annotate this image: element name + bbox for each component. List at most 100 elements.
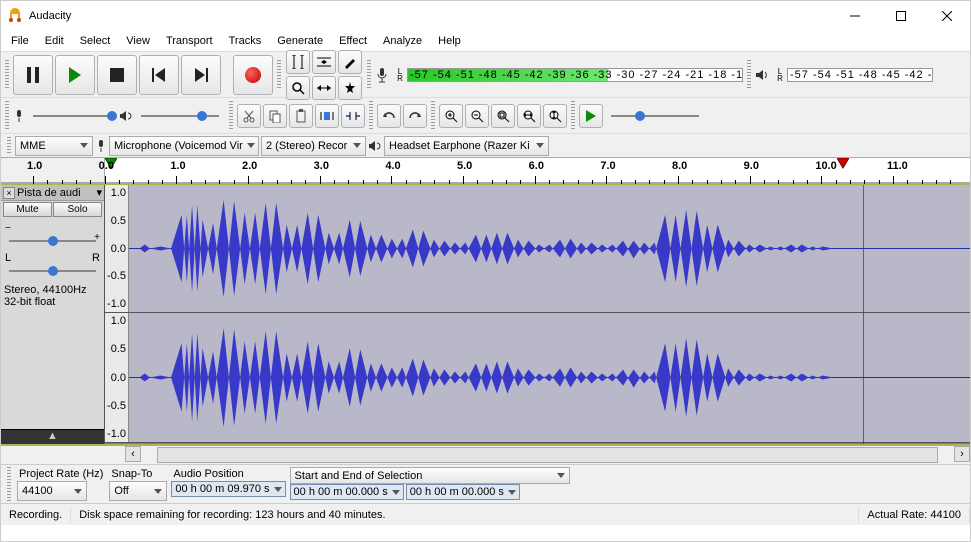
grip-icon[interactable] bbox=[5, 101, 9, 131]
copy-button[interactable] bbox=[263, 104, 287, 128]
menu-file[interactable]: File bbox=[3, 33, 37, 49]
mic-icon bbox=[13, 109, 25, 123]
titlebar: Audacity bbox=[1, 1, 970, 31]
grip-icon[interactable] bbox=[571, 101, 575, 131]
skip-end-button[interactable] bbox=[181, 55, 221, 95]
mute-button[interactable]: Mute bbox=[3, 202, 52, 217]
waveform-right-channel[interactable]: 1.0 0.5 0.0 -0.5 -1.0 bbox=[105, 313, 970, 443]
recording-volume-slider[interactable] bbox=[27, 109, 117, 123]
menu-effect[interactable]: Effect bbox=[331, 33, 375, 49]
track-name[interactable]: Pista de audi bbox=[17, 187, 94, 199]
track-control-panel: × Pista de audi ▾ Mute Solo −+ L R Stereo… bbox=[1, 185, 105, 444]
close-button[interactable] bbox=[924, 1, 970, 31]
pan-right-label: R bbox=[92, 252, 100, 264]
pan-left-label: L bbox=[5, 252, 11, 264]
pan-slider[interactable] bbox=[1, 264, 104, 282]
minimize-button[interactable] bbox=[832, 1, 878, 31]
snap-to-combo[interactable]: Off bbox=[109, 481, 167, 501]
menu-view[interactable]: View bbox=[118, 33, 158, 49]
menu-analyze[interactable]: Analyze bbox=[375, 33, 430, 49]
redo-button[interactable] bbox=[403, 104, 427, 128]
tools-palette bbox=[285, 49, 363, 101]
scroll-left-button[interactable]: ‹ bbox=[125, 446, 141, 462]
menu-generate[interactable]: Generate bbox=[269, 33, 331, 49]
grip-icon[interactable] bbox=[431, 101, 435, 131]
draw-tool[interactable] bbox=[338, 50, 362, 74]
pause-button[interactable] bbox=[13, 55, 53, 95]
menu-select[interactable]: Select bbox=[72, 33, 119, 49]
playback-device-combo[interactable]: Headset Earphone (Razer Ki bbox=[384, 136, 549, 156]
silence-button[interactable] bbox=[341, 104, 365, 128]
meter-ticks: -57 -54 -51 -48 -45 -42 -39 -36 -33 -30 … bbox=[410, 69, 743, 81]
grip-icon[interactable] bbox=[7, 467, 11, 501]
grip-icon[interactable] bbox=[229, 101, 233, 131]
menu-transport[interactable]: Transport bbox=[158, 33, 221, 49]
horizontal-scrollbar[interactable]: ‹ › bbox=[1, 446, 970, 464]
recording-meter[interactable]: LR-57 -54 -51 -48 -45 -42 -39 -36 -33 -3… bbox=[393, 68, 743, 82]
grip-icon[interactable] bbox=[7, 137, 11, 155]
status-bar: Recording. Disk space remaining for reco… bbox=[1, 503, 970, 525]
project-rate-combo[interactable]: 44100 bbox=[17, 481, 87, 501]
menubar: File Edit Select View Transport Tracks G… bbox=[1, 31, 970, 51]
amplitude-scale: 1.0 0.5 0.0 -0.5 -1.0 bbox=[105, 185, 129, 312]
maximize-button[interactable] bbox=[878, 1, 924, 31]
grip-icon[interactable] bbox=[5, 60, 9, 90]
undo-button[interactable] bbox=[377, 104, 401, 128]
playback-speed-slider[interactable] bbox=[605, 109, 705, 123]
zoom-tool[interactable] bbox=[286, 76, 310, 100]
playback-volume-slider[interactable] bbox=[135, 109, 225, 123]
status-state: Recording. bbox=[1, 507, 71, 523]
zoom-out-button[interactable] bbox=[465, 104, 489, 128]
track-menu-caret[interactable]: ▾ bbox=[96, 186, 102, 199]
speaker-icon bbox=[755, 68, 769, 82]
waveform-area[interactable]: 1.0 0.5 0.0 -0.5 -1.0 1.0 0.5 0.0 -0.5 -… bbox=[105, 185, 970, 444]
audio-host-combo[interactable]: MME bbox=[15, 136, 93, 156]
multi-tool[interactable] bbox=[338, 76, 362, 100]
grip-icon[interactable] bbox=[369, 101, 373, 131]
zoom-toggle-button[interactable] bbox=[543, 104, 567, 128]
play-at-speed-button[interactable] bbox=[579, 104, 603, 128]
grip-icon[interactable] bbox=[277, 60, 281, 90]
grip-icon[interactable] bbox=[367, 60, 371, 90]
selection-end-field[interactable]: 00 h 00 m 00.000 s bbox=[406, 484, 520, 500]
stop-button[interactable] bbox=[97, 55, 137, 95]
solo-button[interactable]: Solo bbox=[53, 202, 102, 217]
device-toolbar: MME Microphone (Voicemod Vir 2 (Stereo) … bbox=[1, 133, 970, 157]
mic-icon bbox=[375, 67, 389, 83]
menu-edit[interactable]: Edit bbox=[37, 33, 72, 49]
playback-meter[interactable]: LR-57 -54 -51 -48 -45 -42 -39 -36 -33 -3… bbox=[773, 68, 933, 82]
waveform-left-channel[interactable]: 1.0 0.5 0.0 -0.5 -1.0 bbox=[105, 185, 970, 313]
scroll-right-button[interactable]: › bbox=[954, 446, 970, 462]
project-rate-label: Project Rate (Hz) bbox=[17, 467, 105, 481]
zoom-in-button[interactable] bbox=[439, 104, 463, 128]
track-collapse-button[interactable]: ▲ bbox=[1, 429, 104, 444]
play-button[interactable] bbox=[55, 55, 95, 95]
cut-button[interactable] bbox=[237, 104, 261, 128]
envelope-tool[interactable] bbox=[312, 50, 336, 74]
selection-mode-combo[interactable]: Start and End of Selection bbox=[290, 467, 570, 484]
audio-position-field[interactable]: 00 h 00 m 09.970 s bbox=[171, 481, 285, 497]
gain-slider[interactable]: −+ bbox=[1, 218, 104, 252]
recording-device-combo[interactable]: Microphone (Voicemod Vir bbox=[109, 136, 259, 156]
record-head-icon[interactable] bbox=[837, 158, 849, 170]
timeline-ruler[interactable]: 1.00.01.02.03.04.05.06.07.08.09.010.011.… bbox=[1, 157, 970, 183]
selection-start-field[interactable]: 00 h 00 m 00.000 s bbox=[290, 484, 404, 500]
track-bitdepth-label: 32-bit float bbox=[4, 296, 101, 308]
mixer-edit-toolbar bbox=[1, 97, 970, 133]
skip-start-button[interactable] bbox=[139, 55, 179, 95]
fit-selection-button[interactable] bbox=[491, 104, 515, 128]
recording-channels-combo[interactable]: 2 (Stereo) Recor bbox=[261, 136, 366, 156]
fit-project-button[interactable] bbox=[517, 104, 541, 128]
trim-button[interactable] bbox=[315, 104, 339, 128]
menu-tracks[interactable]: Tracks bbox=[221, 33, 270, 49]
record-button[interactable] bbox=[233, 55, 273, 95]
track-close-button[interactable]: × bbox=[3, 187, 15, 199]
grip-icon[interactable] bbox=[747, 60, 751, 90]
paste-button[interactable] bbox=[289, 104, 313, 128]
track-format-label: Stereo, 44100Hz bbox=[4, 284, 101, 296]
menu-help[interactable]: Help bbox=[430, 33, 469, 49]
selection-tool[interactable] bbox=[286, 50, 310, 74]
window-controls bbox=[832, 1, 970, 31]
timeshift-tool[interactable] bbox=[312, 76, 336, 100]
transport-toolbar: LR-57 -54 -51 -48 -45 -42 -39 -36 -33 -3… bbox=[1, 51, 970, 97]
